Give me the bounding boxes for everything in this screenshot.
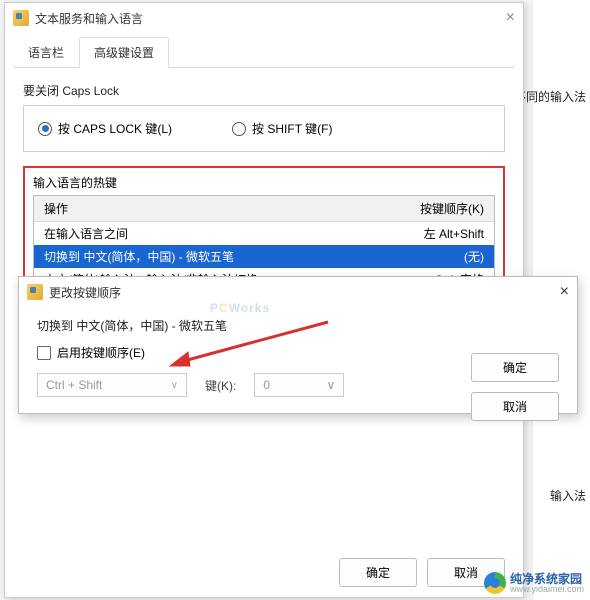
dialog-content: 切换到 中文(简体，中国) - 微软五笔 启用按键顺序(E) Ctrl + Sh… bbox=[19, 307, 577, 413]
combo-value: Ctrl + Shift bbox=[46, 378, 102, 392]
hotkey-table-header: 操作 按键顺序(K) bbox=[34, 196, 494, 222]
dialog-button-bar: 确定 取消 bbox=[5, 558, 523, 587]
dialog-button-bar: 确定 取消 bbox=[471, 353, 559, 421]
branding-logo: 纯净系统家园 www.yidaimei.com bbox=[484, 572, 584, 594]
tab-bar: 语言栏 高级键设置 bbox=[13, 37, 515, 68]
radio-dot-icon bbox=[232, 122, 246, 136]
brand-url: www.yidaimei.com bbox=[510, 585, 584, 594]
key-label: 键(K): bbox=[205, 377, 236, 394]
cell-action: 在输入语言之间 bbox=[44, 225, 374, 242]
change-key-sequence-dialog: 更改按键顺序 × 切换到 中文(简体，中国) - 微软五笔 启用按键顺序(E) … bbox=[18, 276, 578, 414]
app-icon bbox=[13, 10, 29, 26]
dialog-title: 更改按键顺序 bbox=[49, 284, 560, 301]
dialog-title: 文本服务和输入语言 bbox=[35, 10, 506, 27]
radio-dot-icon bbox=[38, 122, 52, 136]
cancel-button[interactable]: 取消 bbox=[471, 392, 559, 421]
tab-advanced-keys[interactable]: 高级键设置 bbox=[79, 37, 169, 68]
switch-to-label: 切换到 中文(简体，中国) - 微软五笔 bbox=[37, 317, 559, 334]
col-keys: 按键顺序(K) bbox=[374, 200, 484, 217]
chevron-down-icon: ∨ bbox=[171, 380, 178, 391]
tab-language-bar[interactable]: 语言栏 bbox=[13, 37, 79, 68]
titlebar: 文本服务和输入语言 × bbox=[5, 3, 523, 33]
radio-capslock-key[interactable]: 按 CAPS LOCK 键(L) bbox=[38, 120, 172, 137]
hotkey-group-label: 输入语言的热键 bbox=[33, 174, 495, 191]
brand-name: 纯净系统家园 bbox=[510, 573, 584, 585]
cell-keys: (无) bbox=[374, 248, 484, 265]
modifier-combo[interactable]: Ctrl + Shift ∨ bbox=[37, 373, 187, 397]
cell-keys: 左 Alt+Shift bbox=[374, 225, 484, 242]
close-icon[interactable]: × bbox=[560, 283, 569, 301]
cell-action: 切换到 中文(简体，中国) - 微软五笔 bbox=[44, 248, 374, 265]
radio-label: 按 CAPS LOCK 键(L) bbox=[58, 120, 172, 137]
ok-button[interactable]: 确定 bbox=[339, 558, 417, 587]
bg-text-fragment: 输入法 bbox=[550, 487, 586, 504]
col-action: 操作 bbox=[44, 200, 374, 217]
capslock-group: 按 CAPS LOCK 键(L) 按 SHIFT 键(F) bbox=[23, 105, 505, 152]
key-combo[interactable]: 0 ∨ bbox=[254, 373, 344, 397]
checkbox-label: 启用按键顺序(E) bbox=[57, 344, 145, 361]
checkbox-icon bbox=[37, 346, 51, 360]
chevron-down-icon: ∨ bbox=[327, 378, 336, 392]
close-icon[interactable]: × bbox=[506, 9, 515, 27]
table-row[interactable]: 切换到 中文(简体，中国) - 微软五笔 (无) bbox=[34, 245, 494, 268]
logo-icon bbox=[484, 572, 506, 594]
capslock-group-label: 要关闭 Caps Lock bbox=[23, 82, 505, 99]
ok-button[interactable]: 确定 bbox=[471, 353, 559, 382]
combo-value: 0 bbox=[263, 378, 270, 392]
app-icon bbox=[27, 284, 43, 300]
bg-text-fragment: 不同的输入法 bbox=[514, 88, 586, 105]
titlebar: 更改按键顺序 × bbox=[19, 277, 577, 307]
radio-label: 按 SHIFT 键(F) bbox=[252, 120, 332, 137]
radio-shift-key[interactable]: 按 SHIFT 键(F) bbox=[232, 120, 332, 137]
table-row[interactable]: 在输入语言之间 左 Alt+Shift bbox=[34, 222, 494, 245]
